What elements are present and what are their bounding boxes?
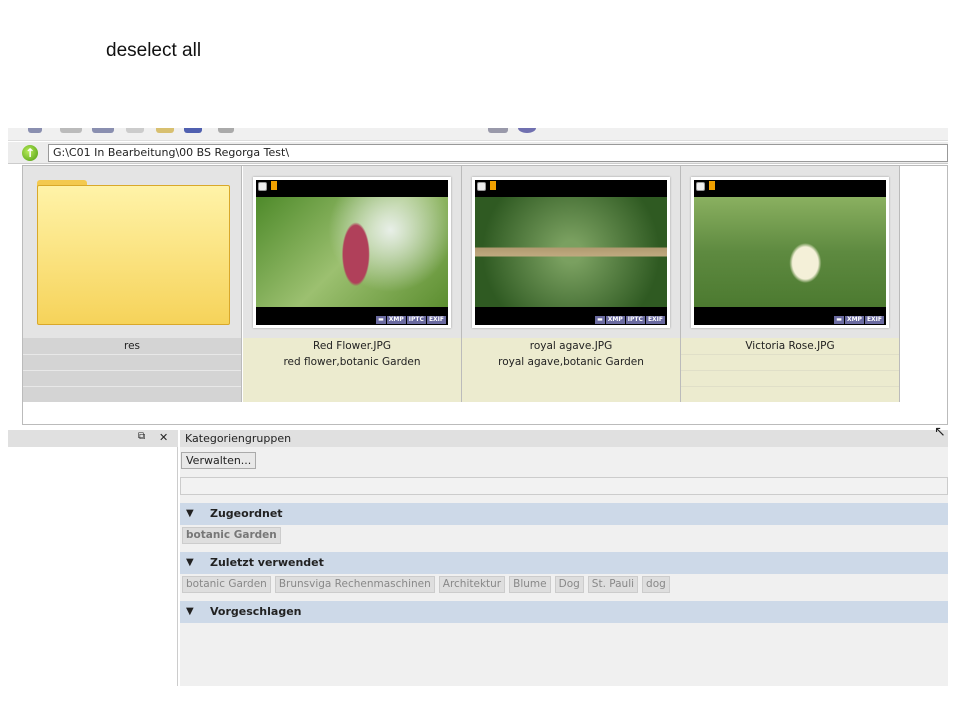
thumbnail-keywords: royal agave,botanic Garden [498,356,644,368]
xmp-badge: XMP [605,316,625,324]
exif-badge: EXIF [426,316,446,324]
sidecar-icon: ▬ [376,316,386,324]
section-title: Zuletzt verwendet [210,556,324,569]
collapse-icon: ▼ [186,557,194,568]
manage-button[interactable]: Verwalten... [181,452,257,469]
collapse-icon: ▼ [186,606,194,617]
category-panel: Kategoriengruppen Verwalten... ▼ Zugeordn… [180,430,948,686]
xmp-badge: XMP [844,316,864,324]
slide-caption: deselect all [106,40,202,61]
thumbnail-image [256,197,448,307]
toolbar-icon[interactable] [156,128,174,133]
thumbnail-victoria-rose[interactable]: ▬ XMP EXIF Victoria Rose.JPG [681,166,900,402]
settings-icon[interactable] [488,128,508,133]
filter-input[interactable] [180,477,948,495]
thumbnail-grid: res ▬ XMP IPTC EXIF Red Flower.JPG red flow… [22,165,948,425]
toolbar-icon[interactable] [126,128,144,133]
tag-chip[interactable]: botanic Garden [182,576,271,593]
help-icon[interactable] [518,128,536,133]
sidecar-icon: ▬ [595,316,605,324]
mouse-cursor-icon: ↖ [934,424,946,440]
left-panel-header: ⧉ ✕ [8,430,178,447]
tag-chip[interactable]: Dog [554,576,584,593]
section-vorgeschlagen[interactable]: ▼ Vorgeschlagen [180,601,948,623]
iptc-badge: IPTC [625,316,645,324]
exif-badge: EXIF [864,316,884,324]
section-title: Zugeordnet [210,507,283,520]
tag-chip[interactable]: St. Pauli [587,576,639,593]
section-title: Vorgeschlagen [210,605,302,618]
thumbnail-keywords: red flower,botanic Garden [283,356,421,368]
tag-chip[interactable]: botanic Garden [182,527,281,544]
select-checkbox[interactable] [258,182,267,191]
toolbar-icon[interactable] [92,128,114,133]
thumbnail-name: Red Flower.JPG [313,340,391,352]
tag-chip[interactable]: Brunsviga Rechenmaschinen [274,576,435,593]
left-panel: ⧉ ✕ [8,430,178,686]
folder-icon [37,185,230,325]
thumbnail-folder[interactable]: res [23,166,242,402]
thumbnail-name: royal agave.JPG [529,340,613,352]
xmp-badge: XMP [386,316,406,324]
toolbar-icon[interactable] [218,128,234,133]
toolbar [8,128,948,141]
exif-badge: EXIF [645,316,665,324]
toolbar-icon[interactable] [28,128,42,133]
bookmark-icon [709,181,715,190]
toolbar-icon[interactable] [184,128,202,133]
path-input[interactable]: G:\C01 In Bearbeitung\00 BS Regorga Test… [48,144,948,162]
thumbnail-royal-agave[interactable]: ▬ XMP IPTC EXIF royal agave.JPG royal agave… [462,166,681,402]
navigate-up-icon[interactable]: ↑ [22,145,38,161]
thumbnail-name: Victoria Rose.JPG [745,340,835,352]
thumbnail-red-flower[interactable]: ▬ XMP IPTC EXIF Red Flower.JPG red flower,b… [243,166,462,402]
select-checkbox[interactable] [696,182,705,191]
section-zugeordnet[interactable]: ▼ Zugeordnet [180,503,948,525]
section-zuletzt-verwendet[interactable]: ▼ Zuletzt verwendet [180,552,948,574]
tag-chip[interactable]: dog [642,576,670,593]
sidecar-icon: ▬ [834,316,844,324]
close-icon[interactable]: ✕ [159,431,168,444]
path-bar: ↑ G:\C01 In Bearbeitung\00 BS Regorga Te… [8,142,948,164]
thumbnail-image [694,197,886,307]
collapse-icon: ▼ [186,508,194,519]
bookmark-icon [271,181,277,190]
toolbar-icon[interactable] [60,128,82,133]
tag-chip[interactable]: Architektur [438,576,506,593]
thumbnail-image [475,197,667,307]
bookmark-icon [490,181,496,190]
iptc-badge: IPTC [406,316,426,324]
thumbnail-name: res [123,340,141,352]
panel-title: Kategoriengruppen [180,430,948,447]
select-checkbox[interactable] [477,182,486,191]
tag-chip[interactable]: Blume [509,576,551,593]
float-panel-icon[interactable]: ⧉ [138,431,145,442]
